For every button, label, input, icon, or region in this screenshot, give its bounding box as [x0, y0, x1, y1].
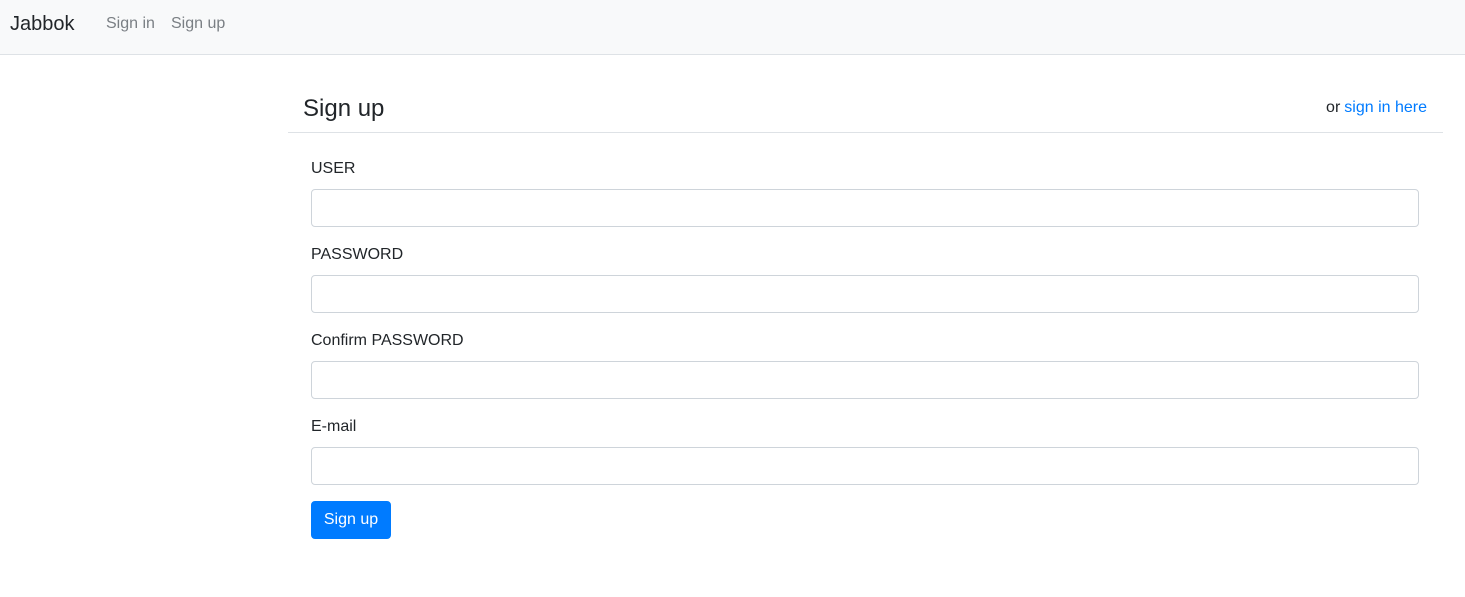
- sign-in-alternative: or sign in here: [1326, 98, 1427, 118]
- confirm-password-label: Confirm PASSWORD: [311, 332, 464, 349]
- confirm-password-input[interactable]: [311, 361, 1419, 399]
- form-header: Sign up or sign in here: [288, 84, 1443, 133]
- sign-up-button[interactable]: Sign up: [311, 501, 391, 539]
- page-title: Sign up: [303, 95, 385, 122]
- alt-prefix-text: or: [1326, 99, 1341, 116]
- password-label: PASSWORD: [311, 246, 404, 263]
- password-input[interactable]: [311, 275, 1419, 313]
- nav-link-sign-up[interactable]: Sign up: [171, 14, 225, 34]
- brand-link[interactable]: Jabbok: [10, 12, 75, 36]
- top-navbar: Jabbok Sign in Sign up: [0, 0, 1465, 55]
- email-label: E-mail: [311, 418, 357, 435]
- nav-link-sign-in[interactable]: Sign in: [106, 14, 155, 34]
- user-input[interactable]: [311, 189, 1419, 227]
- sign-in-here-link[interactable]: sign in here: [1344, 99, 1427, 116]
- user-label: USER: [311, 160, 356, 177]
- email-input[interactable]: [311, 447, 1419, 485]
